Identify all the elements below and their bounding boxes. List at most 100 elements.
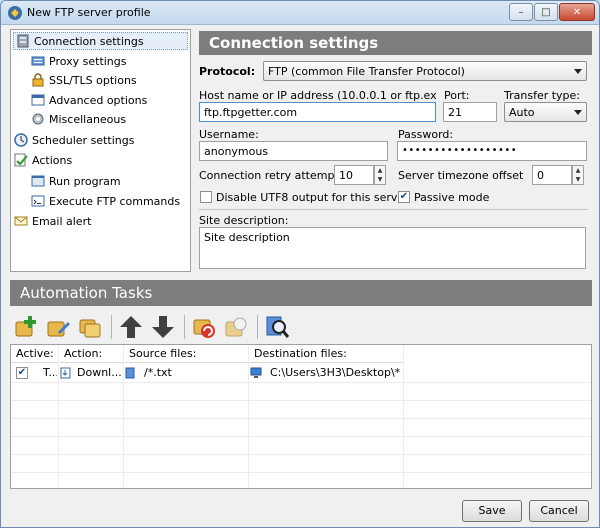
edit-task-icon (47, 321, 70, 337)
port-label: Port: (444, 89, 470, 102)
actions-icon (14, 153, 28, 167)
timezone-offset-label: Server timezone offset (398, 169, 524, 182)
transfer-type-label: Transfer type: (504, 89, 581, 102)
clear-task-button[interactable] (222, 313, 250, 341)
password-value: •••••••••••••••••• (402, 145, 518, 156)
cancel-button[interactable]: Cancel (529, 500, 589, 522)
clock-icon (14, 133, 28, 147)
copy-task-icon (79, 319, 101, 338)
move-up-button[interactable] (117, 313, 145, 341)
close-button[interactable]: ✕ (559, 3, 595, 21)
move-down-button[interactable] (149, 313, 177, 341)
spin-down-icon[interactable]: ▼ (573, 175, 583, 184)
retry-attempts-input[interactable]: 10 (334, 165, 374, 185)
grid-line (11, 436, 591, 437)
checkmark-icon: ✔ (17, 367, 27, 378)
tree-item-connection-settings[interactable]: Connection settings (13, 32, 188, 50)
tree-item-label: Email alert (32, 214, 92, 228)
commands-icon (31, 195, 45, 207)
tree-item-ssl-tls-options[interactable]: SSL/TLS options (31, 71, 137, 89)
passive-mode-label: Passive mode (414, 191, 490, 204)
timezone-offset-input[interactable]: 0 (532, 165, 572, 185)
tree-item-actions[interactable]: Actions (14, 151, 72, 169)
transfer-type-select[interactable]: Auto (504, 102, 587, 122)
tree-item-label: SSL/TLS options (49, 73, 137, 87)
retry-attempts-value: 10 (339, 169, 353, 182)
save-button[interactable]: Save (462, 500, 522, 522)
tree-item-label: Scheduler settings (32, 133, 135, 147)
tree-item-label: Miscellaneous (49, 112, 127, 126)
tree-item-miscellaneous[interactable]: Miscellaneous (31, 110, 126, 128)
protocol-select[interactable]: FTP (common File Transfer Protocol) (263, 61, 587, 81)
window-icon (31, 94, 45, 106)
task-action-value: Downl... (77, 366, 122, 379)
task-source-cell: /*.txt (125, 364, 247, 382)
search-task-button[interactable] (263, 313, 291, 341)
gear-icon (32, 113, 44, 125)
grid-line (11, 400, 591, 401)
grid-line (11, 382, 591, 383)
tree-item-scheduler-settings[interactable]: Scheduler settings (14, 131, 134, 149)
password-input[interactable]: •••••••••••••••••• (397, 141, 587, 161)
download-icon (60, 367, 71, 379)
column-header-action[interactable]: Action: (59, 345, 124, 363)
refresh-task-button[interactable] (190, 313, 218, 341)
username-label: Username: (199, 128, 259, 141)
spin-down-icon[interactable]: ▼ (375, 175, 385, 184)
tree-item-run-program[interactable]: Run program (31, 172, 121, 190)
app-icon (8, 6, 22, 20)
maximize-icon: □ (541, 6, 551, 18)
site-description-label: Site description: (199, 214, 289, 227)
title-bar[interactable]: New FTP server profile – □ ✕ (1, 1, 599, 25)
tree-item-execute-ftp-commands[interactable]: Execute FTP commands (31, 192, 180, 210)
add-task-button[interactable] (12, 313, 40, 341)
username-input[interactable]: anonymous (199, 141, 388, 161)
column-header-source[interactable]: Source files: (124, 345, 249, 363)
tree-item-label: Run program (49, 174, 121, 188)
host-value: ftp.ftpgetter.com (204, 106, 298, 119)
port-value: 21 (448, 106, 462, 119)
task-destination-cell: C:\Users\3H3\Desktop\* (250, 364, 402, 382)
tree-item-proxy-settings[interactable]: Proxy settings (31, 52, 127, 70)
edit-task-button[interactable] (44, 313, 72, 341)
tree-item-label: Proxy settings (49, 54, 127, 68)
spin-up-icon[interactable]: ▲ (375, 166, 385, 175)
toolbar-separator (257, 315, 258, 339)
refresh-task-icon (193, 319, 215, 338)
passive-mode-checkbox[interactable]: ✔ (398, 191, 410, 203)
grid-line (11, 454, 591, 455)
column-header-destination[interactable]: Destination files: (249, 345, 404, 363)
tree-item-label: Actions (32, 153, 73, 167)
site-description-input[interactable]: Site description (199, 227, 586, 269)
tree-item-label: Execute FTP commands (49, 194, 181, 208)
transfer-type-value: Auto (509, 106, 535, 119)
tree-item-advanced-options[interactable]: Advanced options (31, 91, 147, 109)
grid-line (248, 345, 249, 488)
section-divider (199, 209, 588, 210)
disable-utf8-checkbox[interactable] (200, 191, 212, 203)
toolbar-separator (111, 315, 112, 339)
host-label: Host name or IP address (10.0.0.1 or ftp… (199, 89, 437, 102)
grid-line (123, 345, 124, 488)
column-header-active[interactable]: Active: (11, 345, 59, 363)
spin-up-icon[interactable]: ▲ (573, 166, 583, 175)
timezone-offset-spinner[interactable]: ▲ ▼ (572, 165, 584, 185)
grid-line (11, 472, 591, 473)
add-task-icon (15, 316, 36, 337)
automation-tasks-header: Automation Tasks (10, 280, 592, 306)
minimize-button[interactable]: – (509, 3, 533, 21)
task-destination-value: C:\Users\3H3\Desktop\* (270, 366, 401, 379)
tree-item-label: Connection settings (34, 34, 144, 48)
maximize-button[interactable]: □ (534, 3, 558, 21)
port-input[interactable]: 21 (443, 102, 497, 122)
host-input[interactable]: ftp.ftpgetter.com (199, 102, 436, 122)
server-icon (17, 34, 29, 48)
move-up-icon (120, 316, 142, 338)
task-action-cell: Downl... (60, 364, 122, 382)
task-active-checkbox[interactable]: ✔ (16, 367, 28, 379)
retry-attempts-label: Connection retry attempts (199, 169, 345, 182)
tree-item-email-alert[interactable]: Email alert (14, 212, 91, 230)
chevron-down-icon (574, 110, 582, 115)
copy-task-button[interactable] (76, 313, 104, 341)
retry-attempts-spinner[interactable]: ▲ ▼ (374, 165, 386, 185)
